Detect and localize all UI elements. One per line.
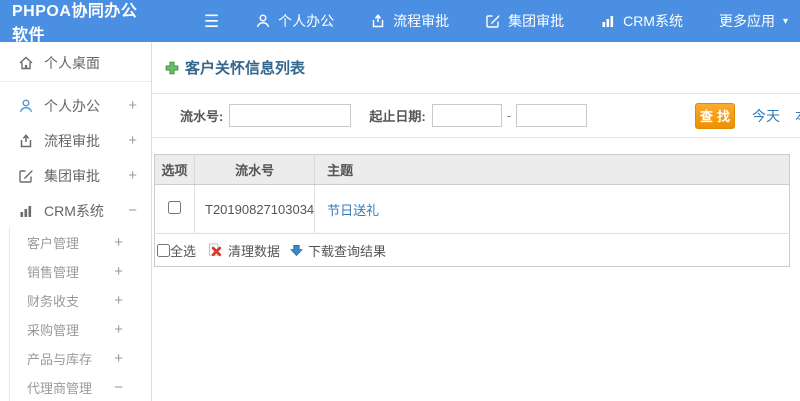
home-icon [19,56,33,70]
select-all-checkbox[interactable] [157,243,170,257]
download-results-link[interactable]: 下载查询结果 [308,241,386,260]
clear-data-link[interactable]: 清理数据 [228,241,280,260]
person-icon [19,98,33,112]
row-subject-cell: 节日送礼 [314,184,790,234]
nav-label: 更多应用 [718,13,775,29]
serial-number-label: 流水号: [180,109,224,124]
edit-icon [486,15,500,28]
collapse-minus-icon[interactable]: − [114,379,123,396]
app-logo: PHPOA协同办公软件 [12,3,138,44]
row-serial-cell: T20190827103034 [194,184,316,234]
table-footer-row: 全选 清理数据 下载查询结果 [155,234,790,267]
sidebar-item-workflow-approval[interactable]: 流程审批 + [0,123,151,158]
date-range-label: 起止日期: [369,109,426,124]
submenu-item-label: 代理商管理 [27,381,93,396]
bar-chart-icon [20,205,32,217]
crm-submenu: 客户管理 + 销售管理 + 财务收支 + 采购管理 + 产品与库存 + 代理商管… [9,228,151,401]
nav-group-approval[interactable]: 集团审批 [485,11,564,31]
search-button[interactable]: 查找 [695,102,736,129]
row-checkbox[interactable] [168,201,181,214]
submenu-item-sales-mgmt[interactable]: 销售管理 + [10,257,151,286]
submenu-item-label: 客户管理 [27,236,80,251]
table-header-row: 选项 流水号 主题 [154,154,790,185]
bar-chart-icon [602,16,614,27]
search-bar: 流水号: 起止日期: - 查找 今天 本周 [152,93,800,138]
submenu-item-label: 产品与库存 [27,352,93,367]
submenu-item-finance[interactable]: 财务收支 + [10,286,151,315]
sidebar-divider [0,81,151,82]
expand-plus-icon[interactable]: + [114,321,123,338]
top-header: PHPOA协同办公软件 ☰ 个人办公 流程审批 集团审批 CRM系统 更多应用 … [0,0,800,44]
sidebar-item-label: CRM系统 [44,202,104,219]
main-content: 客户关怀信息列表 流水号: 起止日期: - 查找 今天 本周 选项 流水号 主题 [152,42,800,401]
quick-link-today[interactable]: 今天 [752,106,780,126]
workflow-icon [372,14,384,28]
expand-plus-icon[interactable]: + [114,292,123,309]
caret-down-icon: ▾ [782,15,788,27]
date-from-input[interactable] [431,104,502,127]
expand-plus-icon[interactable]: + [114,350,123,367]
top-nav: 个人办公 流程审批 集团审批 CRM系统 更多应用 ▾ [219,11,788,31]
download-arrow-icon[interactable] [290,244,303,257]
sidebar-item-label: 个人桌面 [44,55,100,71]
nav-label: 流程审批 [393,13,450,29]
sidebar-item-label: 集团审批 [44,167,100,184]
sidebar-item-label: 个人办公 [44,97,100,114]
sidebar: 个人桌面 个人办公 + 流程审批 + 集团审批 + CRM系统 − 客户管理 + [0,42,152,401]
sidebar-item-personal-desktop[interactable]: 个人桌面 [0,48,151,78]
submenu-item-customer-mgmt[interactable]: 客户管理 + [10,228,151,257]
page-title: 客户关怀信息列表 [185,60,306,77]
add-icon[interactable] [165,61,179,75]
column-header-serial: 流水号 [194,154,316,185]
submenu-item-purchasing[interactable]: 采购管理 + [10,315,151,344]
submenu-item-agent-mgmt[interactable]: 代理商管理 − [10,373,151,401]
sidebar-item-label: 流程审批 [44,132,100,149]
edit-icon [19,169,33,183]
nav-crm-system[interactable]: CRM系统 [600,11,683,31]
nav-label: 集团审批 [508,13,565,29]
collapse-minus-icon[interactable]: − [128,202,137,219]
expand-plus-icon[interactable]: + [128,132,137,149]
results-table: 选项 流水号 主题 T20190827103034 节日送礼 全选 清理数据 下… [154,154,790,267]
sidebar-item-group-approval[interactable]: 集团审批 + [0,158,151,193]
title-row: 客户关怀信息列表 [152,42,800,93]
workflow-icon [20,133,32,147]
hamburger-menu-icon[interactable]: ☰ [204,13,219,30]
submenu-item-label: 销售管理 [27,265,80,280]
submenu-item-label: 采购管理 [27,323,80,338]
expand-plus-icon[interactable]: + [128,167,137,184]
expand-plus-icon[interactable]: + [114,263,123,280]
select-all-label: 全选 [170,243,197,259]
person-icon [256,14,270,28]
expand-plus-icon[interactable]: + [128,97,137,114]
sidebar-item-personal-office[interactable]: 个人办公 + [0,88,151,123]
quick-link-this-week[interactable]: 本周 [795,106,800,126]
sidebar-item-crm-system[interactable]: CRM系统 − [0,193,151,228]
column-header-option: 选项 [154,154,195,185]
row-option-cell [154,184,195,234]
table-row: T20190827103034 节日送礼 [154,184,790,234]
submenu-item-label: 财务收支 [27,294,80,309]
date-to-input[interactable] [516,104,588,127]
clear-data-icon[interactable] [208,242,223,258]
nav-personal-office[interactable]: 个人办公 [255,11,334,31]
date-range-dash: - [506,108,512,123]
subject-link[interactable]: 节日送礼 [327,203,379,218]
table-footer-actions: 全选 清理数据 下载查询结果 [155,241,789,260]
nav-label: CRM系统 [623,13,683,29]
serial-number-input[interactable] [229,104,352,127]
submenu-item-products-inventory[interactable]: 产品与库存 + [10,344,151,373]
column-header-subject: 主题 [314,154,790,185]
nav-label: 个人办公 [278,13,335,29]
nav-workflow-approval[interactable]: 流程审批 [370,11,449,31]
expand-plus-icon[interactable]: + [114,234,123,251]
nav-more-apps[interactable]: 更多应用 ▾ [719,11,788,31]
